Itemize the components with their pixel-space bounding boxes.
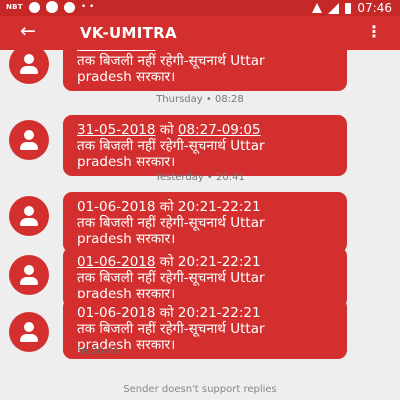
message-line: 01-06-2018 को 20:21-22:21 xyxy=(77,199,261,215)
date-divider: Thursday • 08:28 xyxy=(156,94,244,105)
date-divider: Yesterday • 20:41 xyxy=(155,172,245,183)
battery-icon xyxy=(345,2,352,14)
sender-avatar[interactable] xyxy=(9,196,49,236)
wifi-icon xyxy=(312,3,323,13)
back-arrow-icon[interactable]: ← xyxy=(20,20,36,42)
whatsapp-icon xyxy=(45,1,58,13)
notification-app-icon-2 xyxy=(63,1,75,13)
date-link[interactable]: 31-05-2018 xyxy=(77,122,155,138)
conversation-title: VK-UMITRA xyxy=(80,24,177,42)
message-text: को 20:21-22:21 xyxy=(155,254,261,270)
date-link[interactable]: 01-06-2018 xyxy=(77,254,155,270)
signal-icon xyxy=(328,2,340,14)
message-bubble[interactable]: 01-06-2018 को 20:21-22:21 तक बिजली नहीं … xyxy=(63,192,347,253)
sender-avatar[interactable] xyxy=(9,255,49,295)
notification-app-icon xyxy=(28,1,40,13)
system-icons: 07:46 xyxy=(312,1,392,15)
message-timestamp: Fri 20:45 xyxy=(76,346,120,357)
sender-avatar[interactable] xyxy=(9,120,49,160)
message-line: तक बिजली नहीं रहेगी-सूचनार्थ Uttar xyxy=(77,321,265,337)
overflow-menu-icon[interactable]: ⋮ xyxy=(366,22,382,41)
message-line: pradesh सरकार। xyxy=(77,154,176,170)
nbt-app-icon: NBT xyxy=(6,3,23,11)
sender-avatar[interactable] xyxy=(9,44,49,84)
reply-unsupported-notice: Sender doesn't support replies xyxy=(123,384,277,395)
message-text: को xyxy=(155,122,178,138)
message-line: pradesh सरकार। xyxy=(77,69,176,85)
message-line: 01-06-2018 को 20:21-22:21 xyxy=(77,305,261,321)
more-notifications-icon: • • xyxy=(80,2,95,12)
message-line: तक बिजली नहीं रहेगी-सूचनार्थ Uttar xyxy=(77,215,265,231)
notification-icons: NBT • • xyxy=(6,1,94,13)
message-line: pradesh सरकार। xyxy=(77,231,176,247)
message-line: तक बिजली नहीं रहेगी-सूचनार्थ Uttar xyxy=(77,53,265,69)
message-list[interactable]: 29-05-2018 को 08:14-09:14 तक बिजली नहीं … xyxy=(0,30,400,400)
message-line: तक बिजली नहीं रहेगी-सूचनार्थ Uttar xyxy=(77,138,265,154)
message-line: तक बिजली नहीं रहेगी-सूचनार्थ Uttar xyxy=(77,270,265,286)
time-link[interactable]: 08:27-09:05 xyxy=(178,122,261,138)
status-bar: NBT • • 07:46 xyxy=(0,0,400,16)
sender-avatar[interactable] xyxy=(9,312,49,352)
clock: 07:46 xyxy=(357,1,392,15)
message-bubble[interactable]: 31-05-2018 को 08:27-09:05 तक बिजली नहीं … xyxy=(63,115,347,176)
app-bar: ← VK-UMITRA ⋮ xyxy=(0,16,400,50)
message-line: 01-06-2018 को 20:21-22:21 xyxy=(77,254,337,270)
message-line: 31-05-2018 को 08:27-09:05 xyxy=(77,122,337,138)
